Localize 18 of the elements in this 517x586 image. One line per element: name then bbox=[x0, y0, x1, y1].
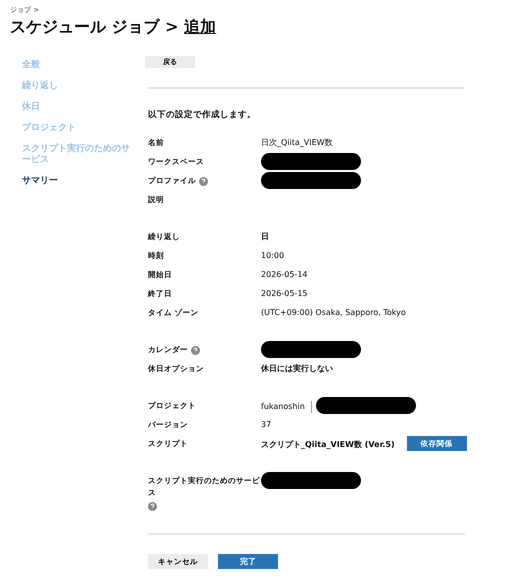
field-value: 2026-05-15 bbox=[261, 288, 308, 300]
field-value: 37 bbox=[261, 419, 272, 431]
intro-text: 以下の設定で作成します。 bbox=[148, 109, 257, 121]
field-value: 2026-05-14 bbox=[261, 269, 308, 281]
field-value: fukanoshin bbox=[261, 401, 305, 413]
field-value: スクリプト_Qiita_VIEW数 (Ver.5) bbox=[261, 438, 395, 450]
add-link[interactable]: 追加 bbox=[184, 17, 216, 36]
help-icon[interactable] bbox=[199, 176, 208, 186]
page-title: スケジュール ジョブ > 追加 bbox=[10, 17, 216, 38]
field-value: 休日には実行しない bbox=[261, 363, 333, 375]
field-value: 日 bbox=[261, 231, 269, 243]
help-icon[interactable] bbox=[191, 346, 200, 354]
field-value: 日次_Qiita_VIEW数 bbox=[261, 137, 333, 149]
finish-button[interactable]: 完了 bbox=[218, 554, 278, 569]
field-value: 10:00 bbox=[261, 250, 284, 262]
sidebar-item[interactable]: サマリー bbox=[22, 176, 137, 187]
field-value: (UTC+09:00) Osaka, Sapporo, Tokyo bbox=[261, 307, 406, 319]
help-icon[interactable] bbox=[148, 502, 157, 511]
